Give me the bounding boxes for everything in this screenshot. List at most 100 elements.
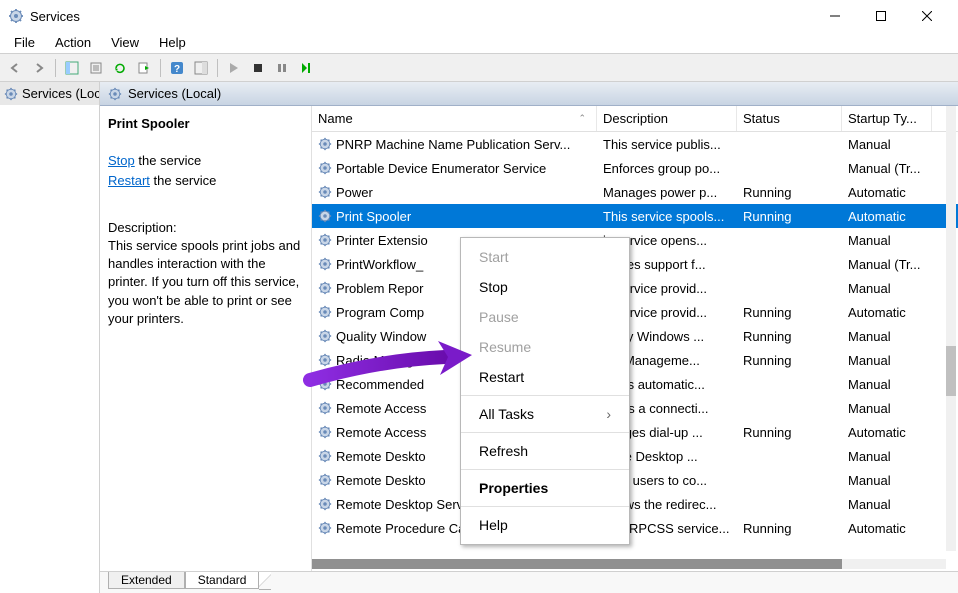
service-row[interactable]: PrintWorkflow_ovides support f...Manual … <box>312 252 958 276</box>
service-row[interactable]: Remote Accesseates a connecti...Manual <box>312 396 958 420</box>
service-description: This service spools... <box>597 209 737 224</box>
horizontal-scroll-thumb[interactable] <box>312 559 842 569</box>
pane-title: Services (Local) <box>128 86 221 101</box>
close-button[interactable] <box>904 0 950 32</box>
service-startup: Manual <box>842 401 932 416</box>
tree-root-item[interactable]: Services (Local) <box>0 82 99 105</box>
gear-icon <box>318 137 332 151</box>
col-description[interactable]: Description <box>597 106 737 131</box>
service-description: This service publis... <box>597 137 737 152</box>
service-row[interactable]: Radio Managerdio Manageme...RunningManua… <box>312 348 958 372</box>
service-title: Print Spooler <box>108 116 305 131</box>
service-startup: Manual <box>842 377 932 392</box>
menu-file[interactable]: File <box>4 33 45 52</box>
menu-separator <box>461 432 629 433</box>
service-description: Enforces group po... <box>597 161 737 176</box>
stop-link[interactable]: Stop <box>108 153 135 168</box>
gear-icon <box>318 449 332 463</box>
service-row[interactable]: Remote Desktop Services UserMode P...All… <box>312 492 958 516</box>
service-row[interactable]: Quality Windowuality Windows ...RunningM… <box>312 324 958 348</box>
description-text: This service spools print jobs and handl… <box>108 237 305 328</box>
detail-pane: Print Spooler Stop the service Restart t… <box>100 106 312 571</box>
service-description: Manages power p... <box>597 185 737 200</box>
service-name: Recommended <box>336 377 424 392</box>
maximize-button[interactable] <box>858 0 904 32</box>
tree-pane: Services (Local) <box>0 82 100 593</box>
ctx-resume: Resume <box>461 332 629 362</box>
ctx-properties[interactable]: Properties <box>461 473 629 503</box>
vertical-scroll-thumb[interactable] <box>946 346 956 396</box>
properties-button[interactable] <box>85 57 107 79</box>
menu-view[interactable]: View <box>101 33 149 52</box>
start-service-button[interactable] <box>223 57 245 79</box>
forward-button[interactable] <box>28 57 50 79</box>
gear-icon <box>318 521 332 535</box>
service-startup: Automatic <box>842 209 932 224</box>
tab-standard[interactable]: Standard <box>185 572 260 589</box>
service-row[interactable]: Program Compis service provid...RunningA… <box>312 300 958 324</box>
refresh-button[interactable] <box>109 57 131 79</box>
col-startup[interactable]: Startup Ty... <box>842 106 932 131</box>
restart-link[interactable]: Restart <box>108 173 150 188</box>
tab-extended[interactable]: Extended <box>108 572 185 589</box>
menubar: File Action View Help <box>0 32 958 54</box>
help-button[interactable]: ? <box>166 57 188 79</box>
menu-help[interactable]: Help <box>149 33 196 52</box>
ctx-restart[interactable]: Restart <box>461 362 629 392</box>
service-name: Remote Deskto <box>336 473 426 488</box>
service-startup: Manual <box>842 281 932 296</box>
export-button[interactable] <box>133 57 155 79</box>
ctx-stop[interactable]: Stop <box>461 272 629 302</box>
service-startup: Manual <box>842 233 932 248</box>
service-startup: Automatic <box>842 521 932 536</box>
gear-icon <box>318 401 332 415</box>
stop-service-button[interactable] <box>247 57 269 79</box>
col-name[interactable]: Name⌃ <box>312 106 597 131</box>
window-title: Services <box>30 9 812 24</box>
gear-icon <box>108 87 122 101</box>
service-row[interactable]: Recommendedables automatic...Manual <box>312 372 958 396</box>
service-name: PrintWorkflow_ <box>336 257 423 272</box>
service-startup: Manual (Tr... <box>842 161 932 176</box>
gear-icon <box>318 233 332 247</box>
service-row[interactable]: Print SpoolerThis service spools...Runni… <box>312 204 958 228</box>
service-row[interactable]: Remote Procedure Call (RPC)The RPCSS ser… <box>312 516 958 540</box>
col-status[interactable]: Status <box>737 106 842 131</box>
service-row[interactable]: PowerManages power p...RunningAutomatic <box>312 180 958 204</box>
ctx-help[interactable]: Help <box>461 510 629 540</box>
ctx-refresh[interactable]: Refresh <box>461 436 629 466</box>
gear-icon <box>318 425 332 439</box>
ctx-start: Start <box>461 242 629 272</box>
service-status: Running <box>737 185 842 200</box>
pause-service-button[interactable] <box>271 57 293 79</box>
service-name: Quality Window <box>336 329 426 344</box>
gear-icon <box>318 281 332 295</box>
service-status: Running <box>737 425 842 440</box>
service-row[interactable]: Remote Desktomote Desktop ...Manual <box>312 444 958 468</box>
restart-service-button[interactable] <box>295 57 317 79</box>
service-row[interactable]: Remote Desktolows users to co...Manual <box>312 468 958 492</box>
service-status: Running <box>737 521 842 536</box>
service-name: Printer Extensio <box>336 233 428 248</box>
service-startup: Manual <box>842 449 932 464</box>
service-row[interactable]: Problem Reporis service provid...Manual <box>312 276 958 300</box>
ctx-all-tasks[interactable]: All Tasks› <box>461 399 629 429</box>
service-name: Remote Deskto <box>336 449 426 464</box>
toolbar: ? <box>0 54 958 82</box>
gear-icon <box>318 161 332 175</box>
ctx-pause: Pause <box>461 302 629 332</box>
vertical-scrollbar[interactable] <box>946 106 956 551</box>
gear-icon <box>318 473 332 487</box>
service-startup: Automatic <box>842 185 932 200</box>
minimize-button[interactable] <box>812 0 858 32</box>
service-row[interactable]: PNRP Machine Name Publication Serv...Thi… <box>312 132 958 156</box>
back-button[interactable] <box>4 57 26 79</box>
service-row[interactable]: Portable Device Enumerator ServiceEnforc… <box>312 156 958 180</box>
show-hide-tree-button[interactable] <box>61 57 83 79</box>
menu-action[interactable]: Action <box>45 33 101 52</box>
service-row[interactable]: Printer Extensiois service opens...Manua… <box>312 228 958 252</box>
action-pane-button[interactable] <box>190 57 212 79</box>
service-row[interactable]: Remote Accessanages dial-up ...RunningAu… <box>312 420 958 444</box>
gear-icon <box>318 497 332 511</box>
view-tabs: Extended Standard <box>100 571 958 593</box>
